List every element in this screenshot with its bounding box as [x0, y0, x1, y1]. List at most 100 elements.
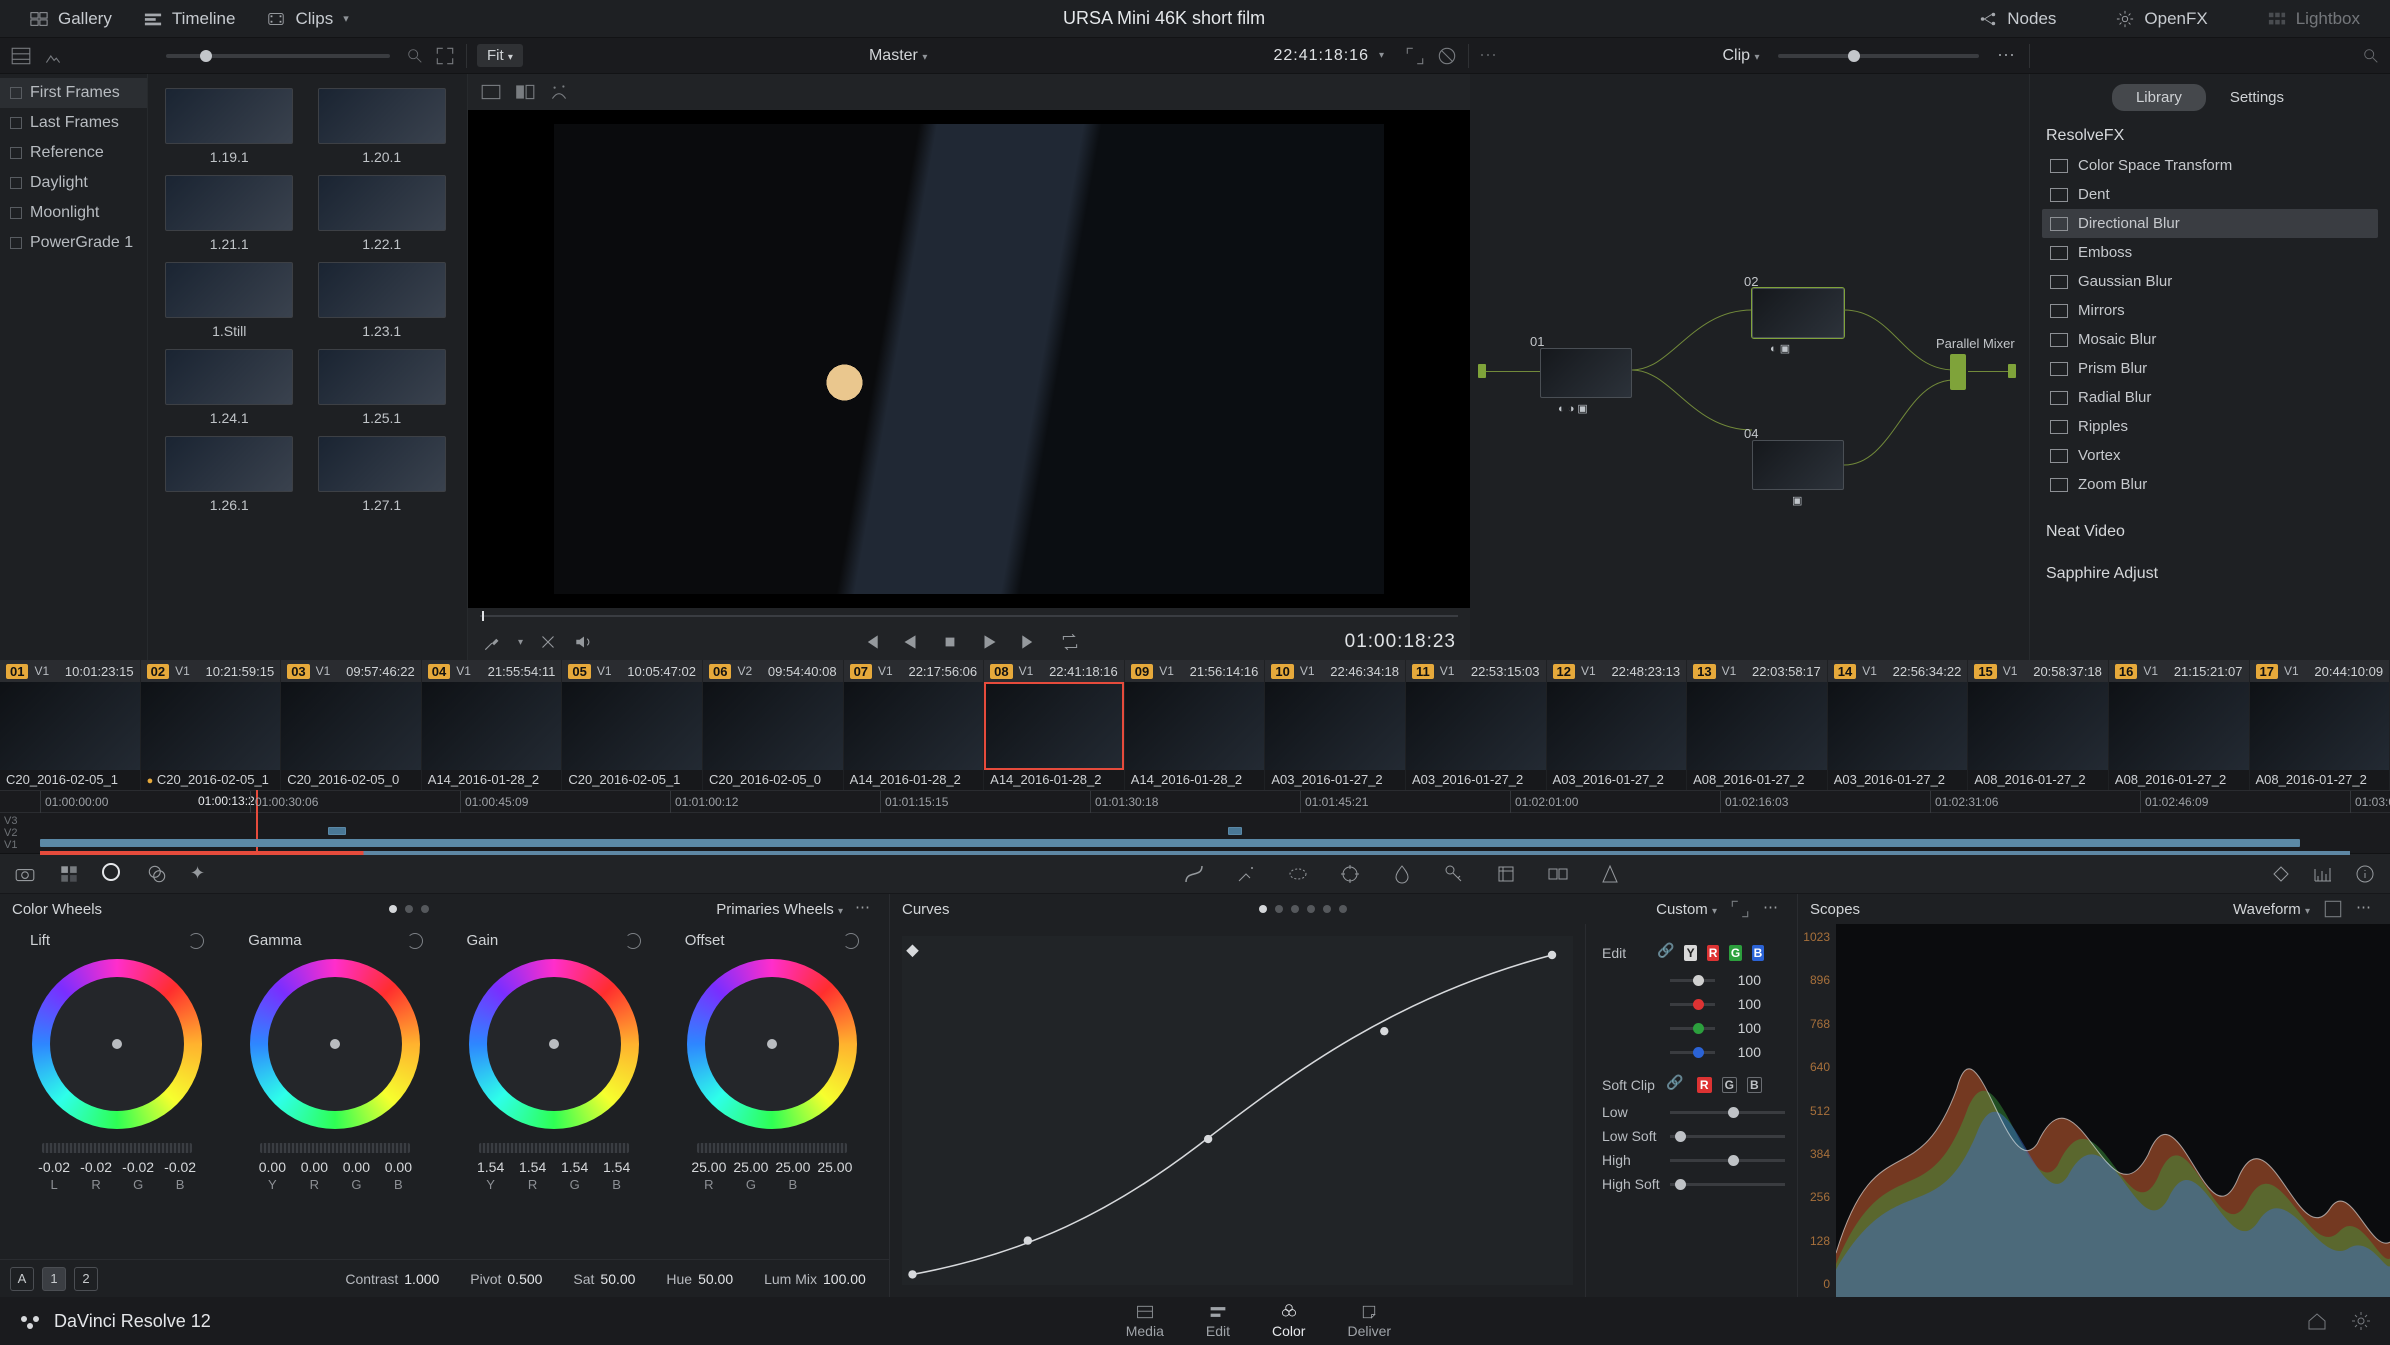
reset-icon[interactable] — [843, 933, 859, 949]
clip-thumbnail[interactable]: 09V121:56:14:16 A14_2016-01-28_2 — [1125, 660, 1266, 790]
page-media[interactable]: Media — [1126, 1303, 1164, 1339]
gallery-album[interactable]: Daylight — [0, 168, 147, 198]
clip-thumbnail[interactable]: 13V122:03:58:17 A08_2016-01-27_2 — [1687, 660, 1828, 790]
still-thumbnail[interactable]: 1.19.1 — [162, 88, 297, 165]
viewer-canvas[interactable] — [468, 110, 1470, 608]
tab-settings[interactable]: Settings — [2206, 84, 2308, 111]
scopes-icon[interactable] — [2312, 863, 2334, 885]
fx-item[interactable]: Directional Blur — [2042, 209, 2378, 238]
sizing-icon[interactable] — [1495, 863, 1517, 885]
intensity-g-slider[interactable] — [1670, 1027, 1715, 1030]
fx-item[interactable]: Dent — [2042, 180, 2378, 209]
lightbox-toggle[interactable]: Lightbox — [2252, 9, 2376, 29]
viewer-scrubber[interactable] — [468, 608, 1470, 624]
color-wheel-gamma[interactable]: Gamma0.00Y0.00R0.00G0.00B — [226, 928, 444, 1259]
picker-icon[interactable] — [482, 631, 504, 653]
page-deliver[interactable]: Deliver — [1347, 1303, 1391, 1339]
data-burn-icon[interactable] — [1599, 863, 1621, 885]
last-frame-icon[interactable] — [1019, 631, 1041, 653]
gallery-album[interactable]: PowerGrade 1 — [0, 228, 147, 258]
gallery-toggle[interactable]: Gallery — [14, 9, 128, 29]
softclip-b[interactable]: B — [1747, 1077, 1762, 1093]
softclip-g[interactable]: G — [1722, 1077, 1737, 1093]
nodes-toggle[interactable]: Nodes — [1963, 9, 2072, 29]
intensity-y-slider[interactable] — [1670, 979, 1715, 982]
rgb-mixer-icon[interactable] — [146, 863, 168, 885]
expand-viewer-icon[interactable] — [1404, 45, 1426, 67]
curves-icon[interactable] — [1183, 863, 1205, 885]
keyframe-mode-icon[interactable] — [2270, 863, 2292, 885]
info-icon[interactable] — [2354, 863, 2376, 885]
still-thumbnail[interactable]: 1.24.1 — [162, 349, 297, 426]
clips-dropdown[interactable]: Clips ▾ — [251, 9, 364, 29]
low-slider[interactable] — [1670, 1111, 1785, 1114]
node-zoom-slider[interactable] — [1778, 54, 1979, 58]
fx-item[interactable]: Color Space Transform — [2042, 151, 2378, 180]
highlight-icon[interactable] — [548, 81, 570, 103]
still-thumbnail[interactable]: 1.22.1 — [315, 175, 450, 252]
bypass-icon[interactable] — [1436, 45, 1458, 67]
gallery-album[interactable]: Reference — [0, 138, 147, 168]
fx-group-resolvefx[interactable]: ResolveFX — [2030, 121, 2390, 151]
fx-item[interactable]: Vortex — [2042, 441, 2378, 470]
edit-g[interactable]: G — [1729, 945, 1741, 961]
page-2-button[interactable]: 2 — [74, 1267, 98, 1291]
edit-b[interactable]: B — [1752, 945, 1764, 961]
fx-item[interactable]: Prism Blur — [2042, 354, 2378, 383]
image-wipe-icon[interactable] — [480, 81, 502, 103]
clip-thumbnail[interactable]: 16V121:15:21:07 A08_2016-01-27_2 — [2109, 660, 2250, 790]
close-x-icon[interactable] — [537, 631, 559, 653]
clip-dropdown[interactable]: Clip ▾ — [1722, 47, 1759, 65]
master-timecode[interactable]: 22:41:18:16 — [1273, 47, 1369, 65]
lummix-value[interactable]: 100.00 — [823, 1271, 869, 1287]
list-view-icon[interactable] — [10, 45, 32, 67]
edit-r[interactable]: R — [1707, 945, 1719, 961]
fx-item[interactable]: Mosaic Blur — [2042, 325, 2378, 354]
clip-thumbnail[interactable]: 04V121:55:54:11 A14_2016-01-28_2 — [422, 660, 563, 790]
first-frame-icon[interactable] — [859, 631, 881, 653]
color-wheel-lift[interactable]: Lift-0.02L-0.02R-0.02G-0.02B — [8, 928, 226, 1259]
auto-balance-button[interactable]: A — [10, 1267, 34, 1291]
fx-group-neatvideo[interactable]: Neat Video — [2030, 517, 2390, 547]
high-slider[interactable] — [1670, 1159, 1785, 1162]
play-icon[interactable] — [979, 631, 1001, 653]
still-thumbnail[interactable]: 1.Still — [162, 262, 297, 339]
reset-icon[interactable] — [188, 933, 204, 949]
gallery-album[interactable]: First Frames — [0, 78, 147, 108]
qualifier-icon[interactable] — [1235, 863, 1257, 885]
openfx-toggle[interactable]: OpenFX — [2100, 9, 2223, 29]
softclip-reset[interactable] — [1772, 1078, 1785, 1092]
contrast-value[interactable]: 1.000 — [404, 1271, 450, 1287]
clip-thumbnail[interactable]: 08V122:41:18:16 A14_2016-01-28_2 — [984, 660, 1125, 790]
reset-b[interactable] — [1771, 1045, 1785, 1059]
page-color[interactable]: Color — [1272, 1303, 1305, 1339]
parallel-mixer-node[interactable] — [1950, 354, 1966, 390]
hue-value[interactable]: 50.00 — [698, 1271, 744, 1287]
picker-dropdown[interactable]: ▾ — [518, 637, 523, 648]
stereo-icon[interactable] — [1547, 863, 1569, 885]
node-04[interactable] — [1752, 440, 1844, 490]
softclip-r[interactable]: R — [1697, 1077, 1712, 1093]
wheels-mode-dropdown[interactable]: Primaries Wheels ▾ — [716, 901, 843, 918]
clip-thumbnail[interactable]: 02V110:21:59:15● C20_2016-02-05_1 — [141, 660, 282, 790]
clip-thumbnail[interactable]: 17V120:44:10:09 A08_2016-01-27_2 — [2250, 660, 2390, 790]
clip-thumbnail[interactable]: 15V120:58:37:18 A08_2016-01-27_2 — [1968, 660, 2109, 790]
search-icon[interactable] — [406, 47, 424, 65]
clip-thumbnail[interactable]: 12V122:48:23:13 A03_2016-01-27_2 — [1547, 660, 1688, 790]
jog-dial[interactable] — [42, 1143, 192, 1153]
clip-thumbnail[interactable]: 06V209:54:40:08 C20_2016-02-05_0 — [703, 660, 844, 790]
reset-icon[interactable] — [625, 933, 641, 949]
curves-mode-dropdown[interactable]: Custom ▾ — [1656, 901, 1717, 918]
jog-dial[interactable] — [479, 1143, 629, 1153]
jog-dial[interactable] — [697, 1143, 847, 1153]
curves-expand-icon[interactable] — [1729, 898, 1751, 920]
thumbnail-timeline[interactable]: 01V110:01:23:15 C20_2016-02-05_102V110:2… — [0, 660, 2390, 790]
master-dropdown[interactable]: Master ▾ — [869, 47, 927, 65]
play-reverse-icon[interactable] — [899, 631, 921, 653]
color-wheel-gain[interactable]: Gain1.54Y1.54R1.54G1.54B — [445, 928, 663, 1259]
still-thumbnail[interactable]: 1.27.1 — [315, 436, 450, 513]
still-thumbnail[interactable]: 1.23.1 — [315, 262, 450, 339]
clip-thumbnail[interactable]: 14V122:56:34:22 A03_2016-01-27_2 — [1828, 660, 1969, 790]
fx-item[interactable]: Gaussian Blur — [2042, 267, 2378, 296]
curve-editor[interactable] — [890, 924, 1585, 1297]
